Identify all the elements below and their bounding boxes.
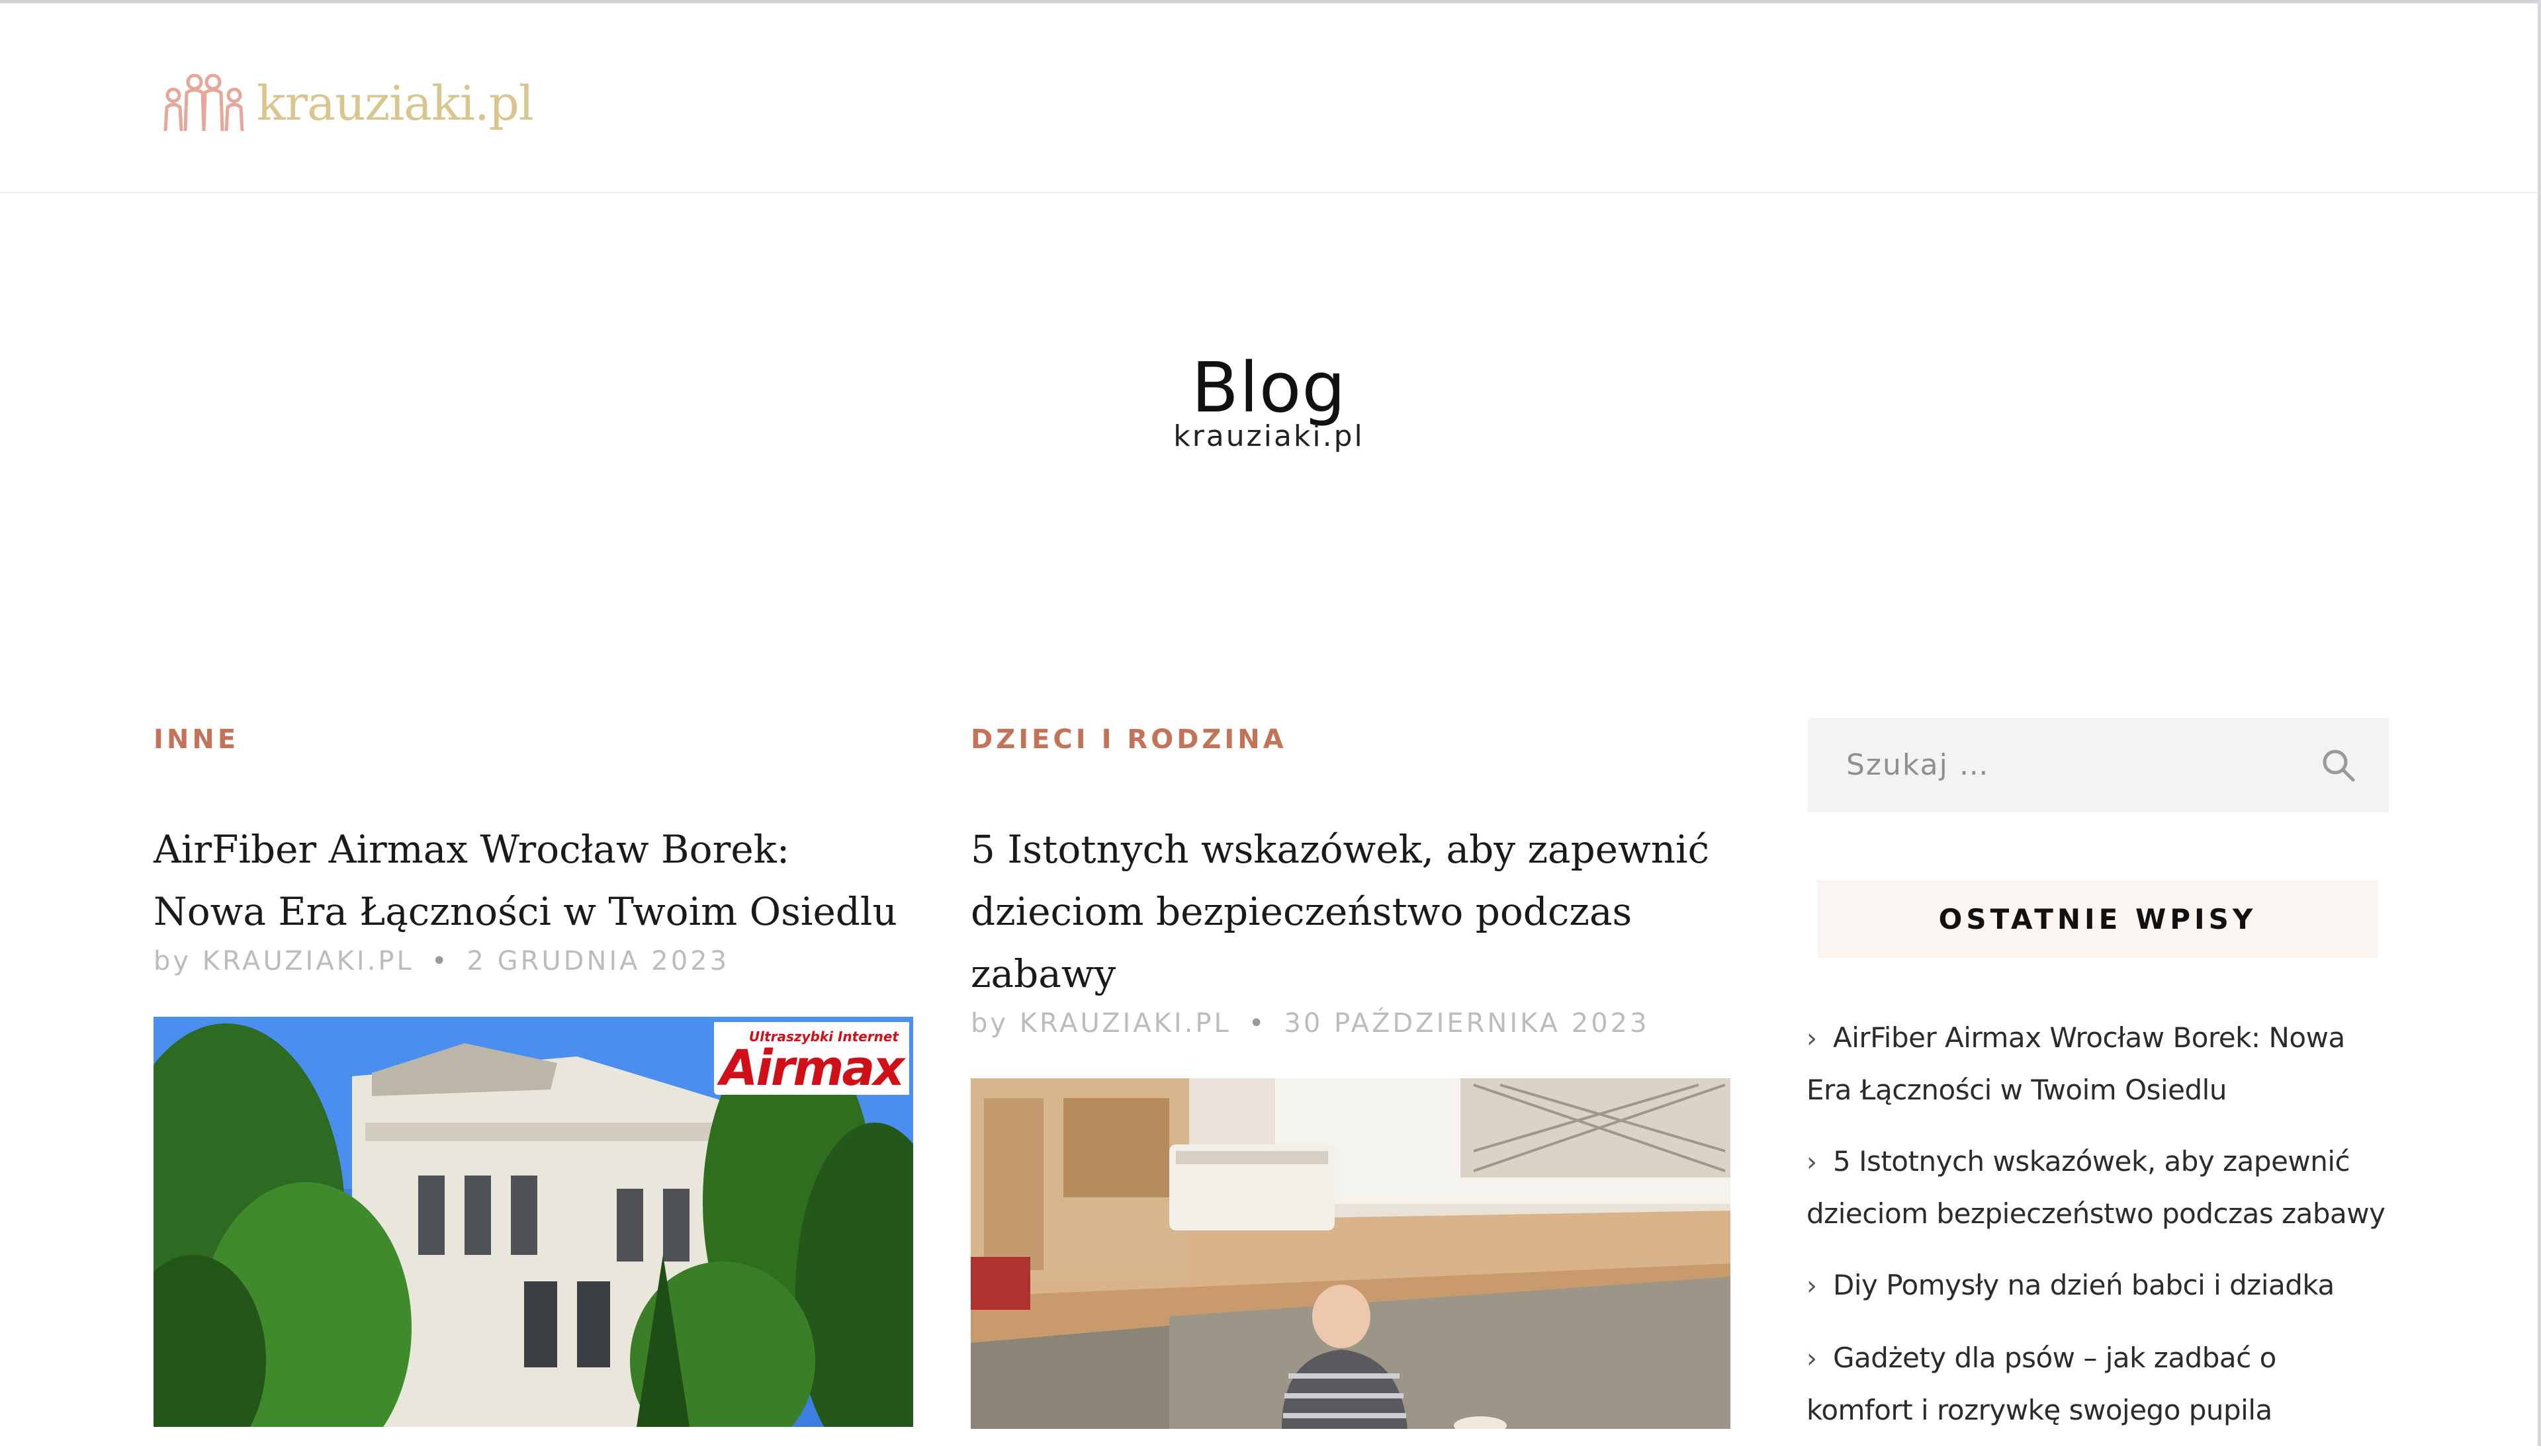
chevron-right-icon: › [1806,1147,1817,1178]
site-logo[interactable]: krauziaki.pl [160,67,534,140]
family-icon [160,70,247,136]
badge-main-text: Airmax [720,1040,905,1097]
logo-text: krauziaki.pl [257,75,534,131]
chevron-right-icon: › [1806,1271,1817,1301]
post-title-link[interactable]: AirFiber Airmax Wrocław Borek: Nowa Era … [154,818,913,943]
list-item: › Gadżety dla psów – jak zadbać o komfort… [1806,1332,2389,1435]
list-item: › 5 Istotnych wskazówek, aby zapewnić dzi… [1806,1136,2389,1239]
page-title: Blog [1191,347,1347,428]
post-meta: by KRAUZIAKI.PL • 30 PAŹDZIERNIKA 2023 [971,1005,1730,1042]
site-header: krauziaki.pl [0,3,2538,193]
search-form [1808,718,2389,812]
recent-post-link[interactable]: 5 Istotnych wskazówek, aby zapewnić dzie… [1806,1145,2385,1230]
airmax-badge: Ultraszybki Internet Airmax [714,1022,909,1095]
meta-separator: • [431,946,450,976]
chevron-right-icon: › [1806,1344,1817,1374]
post-thumbnail[interactable] [971,1078,1730,1429]
baby-playing-photo [971,1078,1730,1429]
recent-posts-heading-text: OSTATNIE WPISY [1938,902,2257,935]
post-date[interactable]: 30 PAŹDZIERNIKA 2023 [1284,1008,1649,1039]
post-author[interactable]: by KRAUZIAKI.PL [154,946,414,976]
recent-post-link[interactable]: Diy Pomysły na dzień babci i dziadka [1833,1269,2335,1301]
post-category-link[interactable]: INNE [154,724,239,755]
search-input[interactable] [1808,718,2311,812]
list-item: › AirFiber Airmax Wrocław Borek: Nowa Era… [1806,1012,2389,1115]
meta-separator: • [1248,1008,1267,1039]
post-meta: by KRAUZIAKI.PL • 2 GRUDNIA 2023 [154,943,913,980]
post-title-link[interactable]: 5 Istotnych wskazówek, aby zapewnić dzie… [971,818,1730,1005]
window-right-border [2538,0,2541,1446]
search-icon[interactable] [2319,746,2358,785]
post-card: DZIECI I RODZINA 5 Istotnych wskazówek, … [971,724,1730,1429]
post-card: INNE AirFiber Airmax Wrocław Borek: Nowa… [154,724,913,1427]
page-subtitle: krauziaki.pl [1173,419,1364,453]
post-date[interactable]: 2 GRUDNIA 2023 [467,946,729,976]
post-thumbnail[interactable]: Ultraszybki Internet Airmax [154,1017,913,1427]
recent-posts-list: › AirFiber Airmax Wrocław Borek: Nowa Era… [1806,1012,2389,1456]
list-item: › Diy Pomysły na dzień babci i dziadka [1806,1260,2389,1312]
post-category-link[interactable]: DZIECI I RODZINA [971,724,1287,755]
post-author[interactable]: by KRAUZIAKI.PL [971,1008,1231,1039]
recent-post-link[interactable]: AirFiber Airmax Wrocław Borek: Nowa Era … [1806,1021,2345,1106]
recent-posts-heading: OSTATNIE WPISY [1817,880,2378,958]
recent-post-link[interactable]: Gadżety dla psów – jak zadbać o komfort … [1806,1342,2276,1426]
chevron-right-icon: › [1806,1023,1817,1054]
